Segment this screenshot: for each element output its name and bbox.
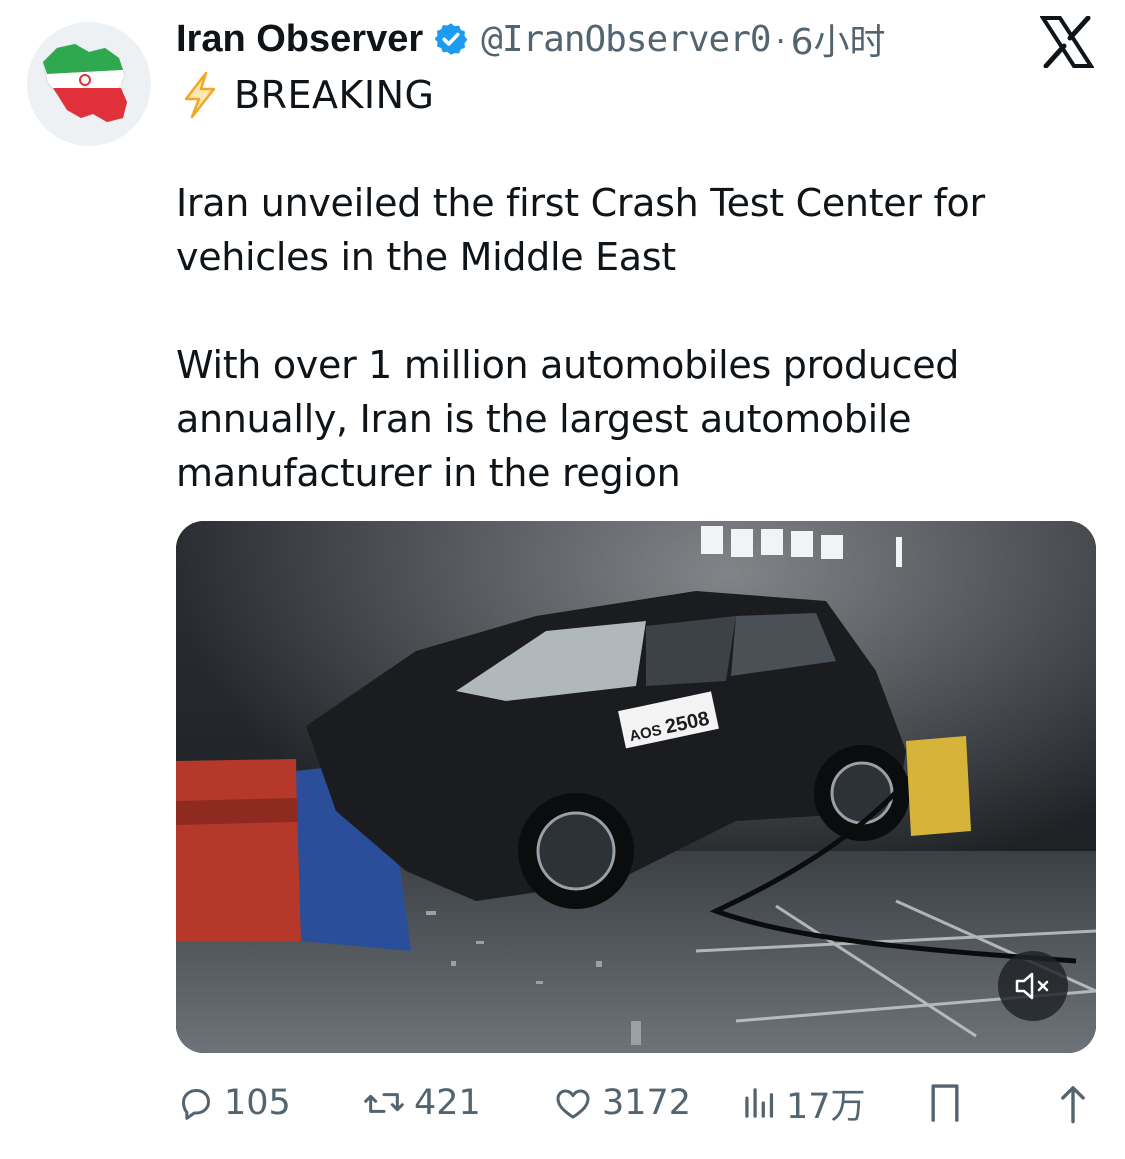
repost-icon bbox=[364, 1093, 404, 1113]
breaking-label: BREAKING bbox=[180, 68, 434, 122]
reply-button[interactable]: 105 bbox=[176, 1078, 291, 1128]
reply-icon bbox=[182, 1089, 210, 1120]
post-video[interactable]: AOS 2508 bbox=[176, 521, 1096, 1053]
iran-map-flag-icon bbox=[42, 43, 128, 123]
action-bar: 105 421 3172 17万 bbox=[176, 1078, 1106, 1128]
share-button[interactable] bbox=[1056, 1078, 1098, 1128]
like-button[interactable]: 3172 bbox=[552, 1078, 691, 1128]
bookmark-button[interactable] bbox=[928, 1078, 970, 1128]
post-header: Iran Observer @IranObserver0 · 6小时 bbox=[176, 14, 885, 64]
crash-test-video-frame: AOS 2508 bbox=[176, 521, 1096, 1053]
author-handle[interactable]: @IranObserver0 bbox=[481, 19, 771, 60]
lightning-bolt-icon bbox=[184, 71, 216, 119]
like-icon bbox=[556, 1089, 590, 1119]
repost-button[interactable]: 421 bbox=[362, 1078, 481, 1128]
mute-button[interactable] bbox=[998, 951, 1068, 1021]
post-time[interactable]: 6小时 bbox=[791, 13, 886, 65]
x-logo-icon[interactable] bbox=[1040, 16, 1094, 68]
post-paragraph-2: With over 1 million automobiles produced… bbox=[176, 343, 960, 495]
bookmark-icon bbox=[931, 1084, 959, 1122]
repost-count: 421 bbox=[414, 1083, 481, 1123]
views-icon bbox=[745, 1088, 774, 1118]
views-count: 17万 bbox=[786, 1086, 866, 1127]
author-name[interactable]: Iran Observer bbox=[176, 18, 423, 61]
post-paragraph-1: Iran unveiled the first Crash Test Cente… bbox=[176, 181, 985, 279]
share-icon bbox=[1061, 1086, 1085, 1124]
reply-count: 105 bbox=[224, 1083, 291, 1123]
header-separator: · bbox=[774, 18, 787, 59]
views-button[interactable]: 17万 bbox=[742, 1078, 866, 1128]
mute-icon bbox=[1015, 972, 1049, 1000]
breaking-text: BREAKING bbox=[234, 73, 435, 117]
verified-badge-icon bbox=[434, 23, 468, 55]
avatar[interactable] bbox=[27, 22, 151, 146]
like-count: 3172 bbox=[602, 1083, 692, 1123]
